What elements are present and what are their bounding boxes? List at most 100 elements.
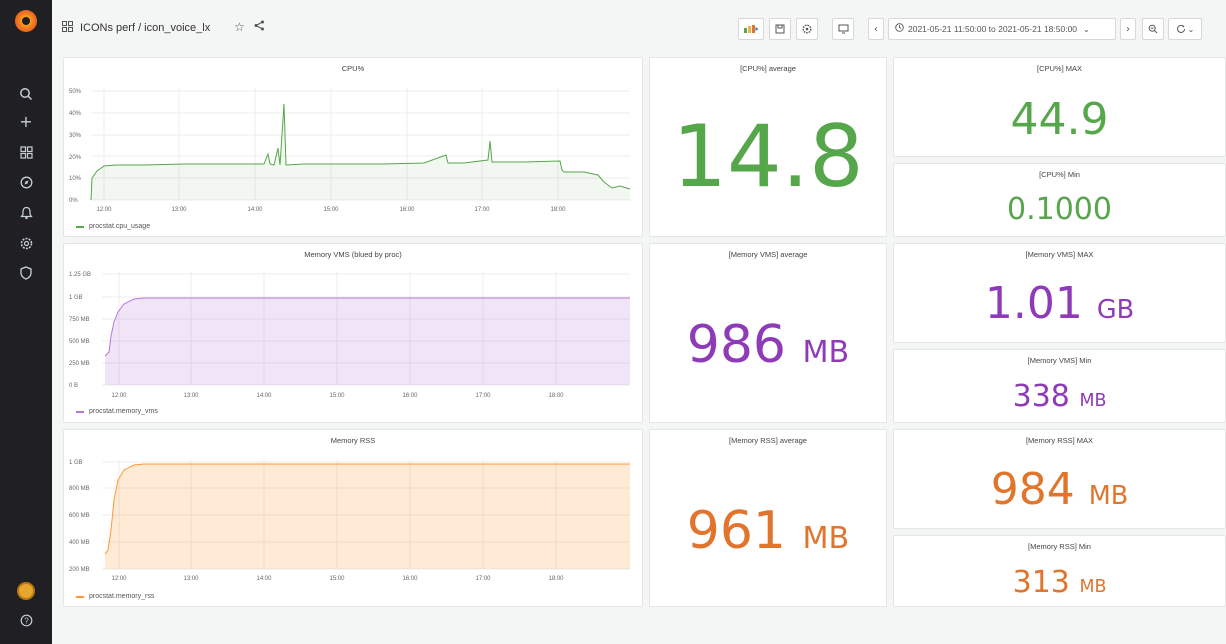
y-tick-label: 1.25 GB — [69, 272, 91, 278]
stat-number: 984 — [990, 464, 1075, 515]
y-tick-label: 0 B — [69, 383, 78, 389]
server-admin-icon[interactable] — [16, 263, 36, 283]
x-tick-label: 14:00 — [256, 393, 272, 399]
x-axis: 12:00 13:00 14:00 15:00 16:00 17:00 18:0… — [111, 393, 564, 399]
x-tick-label: 16:00 — [402, 393, 418, 399]
y-axis: 50% 40% 30% 20% 10% 0% — [69, 89, 82, 204]
dashboard-grid-icon — [62, 21, 73, 36]
y-tick-label: 800 MB — [69, 486, 90, 492]
panel-title: [Memory VMS] Min — [1027, 356, 1092, 365]
panel-title: [CPU%] MAX — [1036, 64, 1082, 73]
tv-mode-icon[interactable] — [832, 18, 854, 40]
chart-legend[interactable]: procstat.memory_rss — [76, 593, 154, 600]
y-axis: 1.25 GB 1 GB 750 MB 500 MB 250 MB 0 B — [69, 272, 91, 389]
dashboard-settings-icon[interactable] — [796, 18, 818, 40]
zoom-out-button[interactable] — [1142, 18, 1164, 40]
legend-swatch — [76, 595, 84, 598]
star-icon[interactable]: ☆ — [234, 20, 245, 34]
x-tick-label: 15:00 — [329, 393, 345, 399]
memory-rss-max-panel[interactable]: [Memory RSS] MAX 984 MB — [893, 429, 1226, 529]
stat-value: 313 MB — [894, 568, 1225, 598]
grafana-logo-icon[interactable] — [15, 10, 37, 32]
x-tick-label: 15:00 — [323, 207, 339, 213]
panel-title: [Memory VMS] MAX — [1025, 250, 1094, 259]
refresh-button[interactable]: ⌄ — [1168, 18, 1202, 40]
save-dashboard-icon[interactable] — [769, 18, 791, 40]
alerting-icon[interactable] — [16, 203, 36, 223]
y-tick-label: 10% — [69, 176, 82, 182]
y-tick-label: 250 MB — [69, 361, 90, 367]
chevron-down-icon: ⌄ — [1083, 24, 1090, 34]
x-axis: 12:00 13:00 14:00 15:00 16:00 17:00 18:0… — [111, 576, 564, 582]
help-icon[interactable]: ? — [16, 610, 36, 630]
time-shift-back-button[interactable]: ‹ — [868, 18, 884, 40]
y-tick-label: 750 MB — [69, 317, 90, 323]
stat-value: 984 MB — [894, 468, 1225, 512]
y-tick-label: 1 GB — [69, 295, 83, 301]
stat-value: 338 MB — [894, 382, 1225, 412]
y-tick-label: 1 GB — [69, 460, 83, 466]
stat-unit: MB — [1079, 577, 1107, 597]
legend-swatch — [76, 225, 84, 228]
dashboards-icon[interactable] — [16, 142, 36, 162]
x-tick-label: 18:00 — [550, 207, 566, 213]
stat-unit: MB — [1079, 391, 1107, 411]
x-tick-label: 15:00 — [329, 576, 345, 582]
stat-number: 313 — [1012, 565, 1070, 600]
x-tick-label: 13:00 — [171, 207, 187, 213]
x-tick-label: 16:00 — [402, 576, 418, 582]
x-tick-label: 18:00 — [548, 393, 564, 399]
stat-value: 1.01 GB — [894, 282, 1225, 326]
time-shift-forward-button[interactable]: › — [1120, 18, 1136, 40]
clock-icon — [895, 23, 904, 35]
stat-number: 961 — [686, 501, 786, 561]
search-icon[interactable] — [16, 84, 36, 104]
x-tick-label: 13:00 — [183, 576, 199, 582]
explore-icon[interactable] — [16, 172, 36, 192]
memory-rss-chart: 1 GB 800 MB 600 MB 400 MB 200 MB 12:00 1… — [69, 460, 630, 582]
configuration-icon[interactable] — [16, 233, 36, 253]
memory-vms-min-panel[interactable]: [Memory VMS] Min 338 MB — [893, 349, 1226, 423]
chart-legend[interactable]: procstat.cpu_usage — [76, 223, 150, 230]
memory-rss-average-panel[interactable]: [Memory RSS] average 961 MB — [649, 429, 887, 607]
x-tick-label: 17:00 — [475, 393, 491, 399]
y-tick-label: 600 MB — [69, 513, 90, 519]
x-tick-label: 12:00 — [96, 207, 112, 213]
time-range-picker[interactable]: 2021-05-21 11:50:00 to 2021-05-21 18:50:… — [888, 18, 1116, 40]
x-tick-label: 12:00 — [111, 393, 127, 399]
stat-unit: GB — [1096, 295, 1135, 325]
x-tick-label: 14:00 — [247, 207, 263, 213]
dashboard-breadcrumb[interactable]: ICONs perf / icon_voice_lx — [80, 22, 210, 34]
x-tick-label: 16:00 — [399, 207, 415, 213]
stat-value: 986 MB — [650, 319, 886, 371]
cpu-max-panel[interactable]: [CPU%] MAX 44.9 — [893, 57, 1226, 157]
stat-number: 0.1000 — [1007, 192, 1112, 227]
user-avatar-icon[interactable] — [17, 582, 35, 600]
memory-rss-chart-panel[interactable]: Memory RSS 1 GB 800 MB 600 MB 400 MB 200… — [63, 429, 643, 607]
svg-text:?: ? — [24, 616, 29, 625]
y-axis: 1 GB 800 MB 600 MB 400 MB 200 MB — [69, 460, 90, 573]
stat-value: 44.9 — [894, 98, 1225, 142]
add-panel-button[interactable] — [738, 18, 764, 40]
memory-vms-chart-panel[interactable]: Memory VMS (blued by proc) 1.25 GB 1 GB … — [63, 243, 643, 423]
stat-value: 0.1000 — [894, 195, 1225, 225]
chart-legend[interactable]: procstat.memory_vms — [76, 408, 158, 415]
cpu-min-panel[interactable]: [CPU%] Min 0.1000 — [893, 163, 1226, 237]
chevron-down-icon: ⌄ — [1187, 24, 1195, 34]
memory-vms-average-panel[interactable]: [Memory VMS] average 986 MB — [649, 243, 887, 423]
panel-title: [CPU%] average — [740, 64, 796, 73]
x-axis: 12:00 13:00 14:00 15:00 16:00 17:00 18:0… — [96, 207, 566, 213]
cpu-chart-panel[interactable]: CPU% 50% 40% 30% 20% 10% 0% 12:00 13:00 … — [63, 57, 643, 237]
plus-icon[interactable]: + — [16, 111, 36, 131]
memory-vms-max-panel[interactable]: [Memory VMS] MAX 1.01 GB — [893, 243, 1226, 343]
stat-value: 961 MB — [650, 505, 886, 557]
legend-label: procstat.memory_rss — [89, 593, 155, 600]
panel-title: [Memory RSS] Min — [1028, 542, 1091, 551]
panel-title: [Memory VMS] average — [728, 250, 808, 259]
memory-rss-min-panel[interactable]: [Memory RSS] Min 313 MB — [893, 535, 1226, 607]
cpu-average-panel[interactable]: [CPU%] average 14.8 — [649, 57, 887, 237]
top-navbar: ICONs perf / icon_voice_lx ☆ ‹ 2021-05-2… — [52, 0, 1226, 56]
share-icon[interactable] — [254, 20, 265, 34]
memory-vms-chart: 1.25 GB 1 GB 750 MB 500 MB 250 MB 0 B 12… — [69, 272, 630, 399]
y-tick-label: 500 MB — [69, 339, 90, 345]
